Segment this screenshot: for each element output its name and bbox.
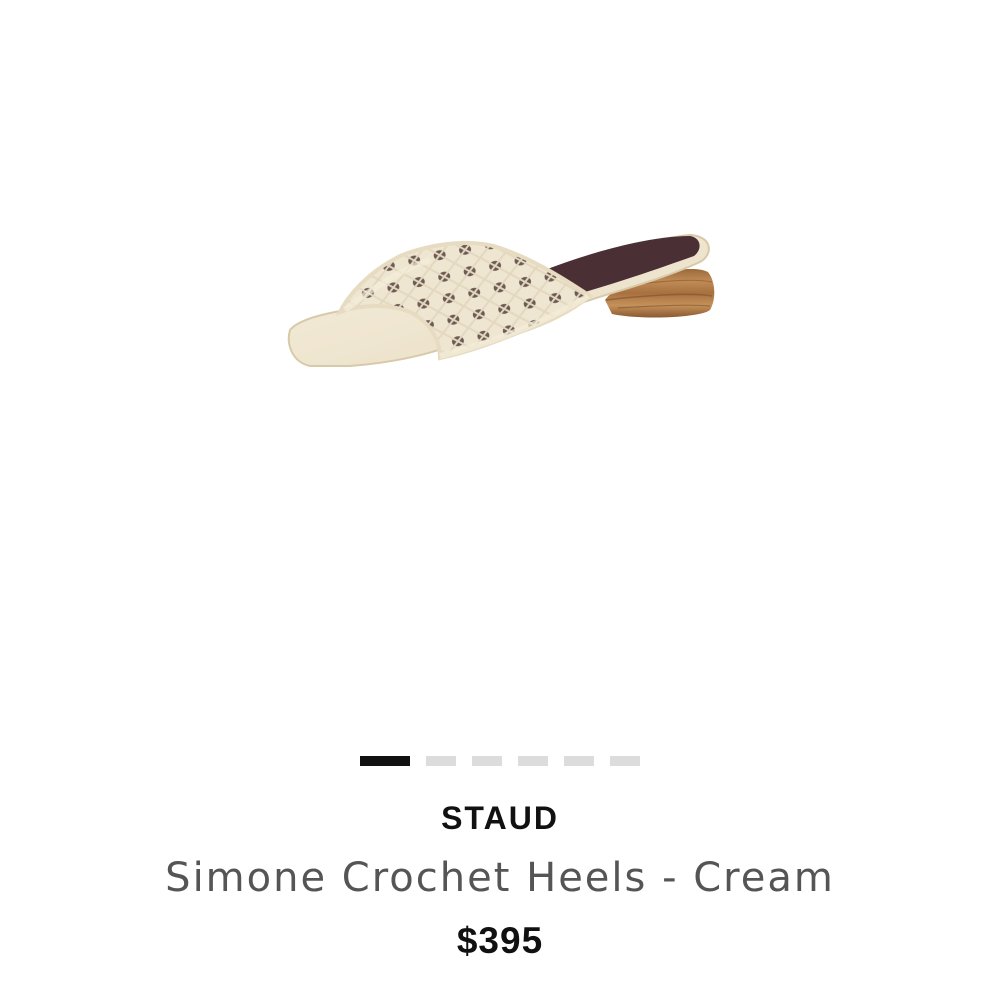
carousel-dot-3[interactable] [472,756,502,766]
carousel-dot-6[interactable] [610,756,640,766]
product-price: $395 [456,920,544,961]
product-title: Simone Crochet Heels - Cream [165,855,835,901]
product-info: STAUD Simone Crochet Heels - Cream $395 [0,796,1000,964]
carousel-dot-1[interactable] [360,756,410,766]
product-page: STAUD Simone Crochet Heels - Cream $395 [0,0,1000,1000]
carousel-indicator [0,756,1000,766]
brand-name[interactable]: STAUD [0,796,1000,840]
carousel-dot-5[interactable] [564,756,594,766]
sandal-image [287,233,715,367]
carousel-dot-4[interactable] [518,756,548,766]
carousel-dot-2[interactable] [426,756,456,766]
product-image[interactable] [0,0,1000,730]
